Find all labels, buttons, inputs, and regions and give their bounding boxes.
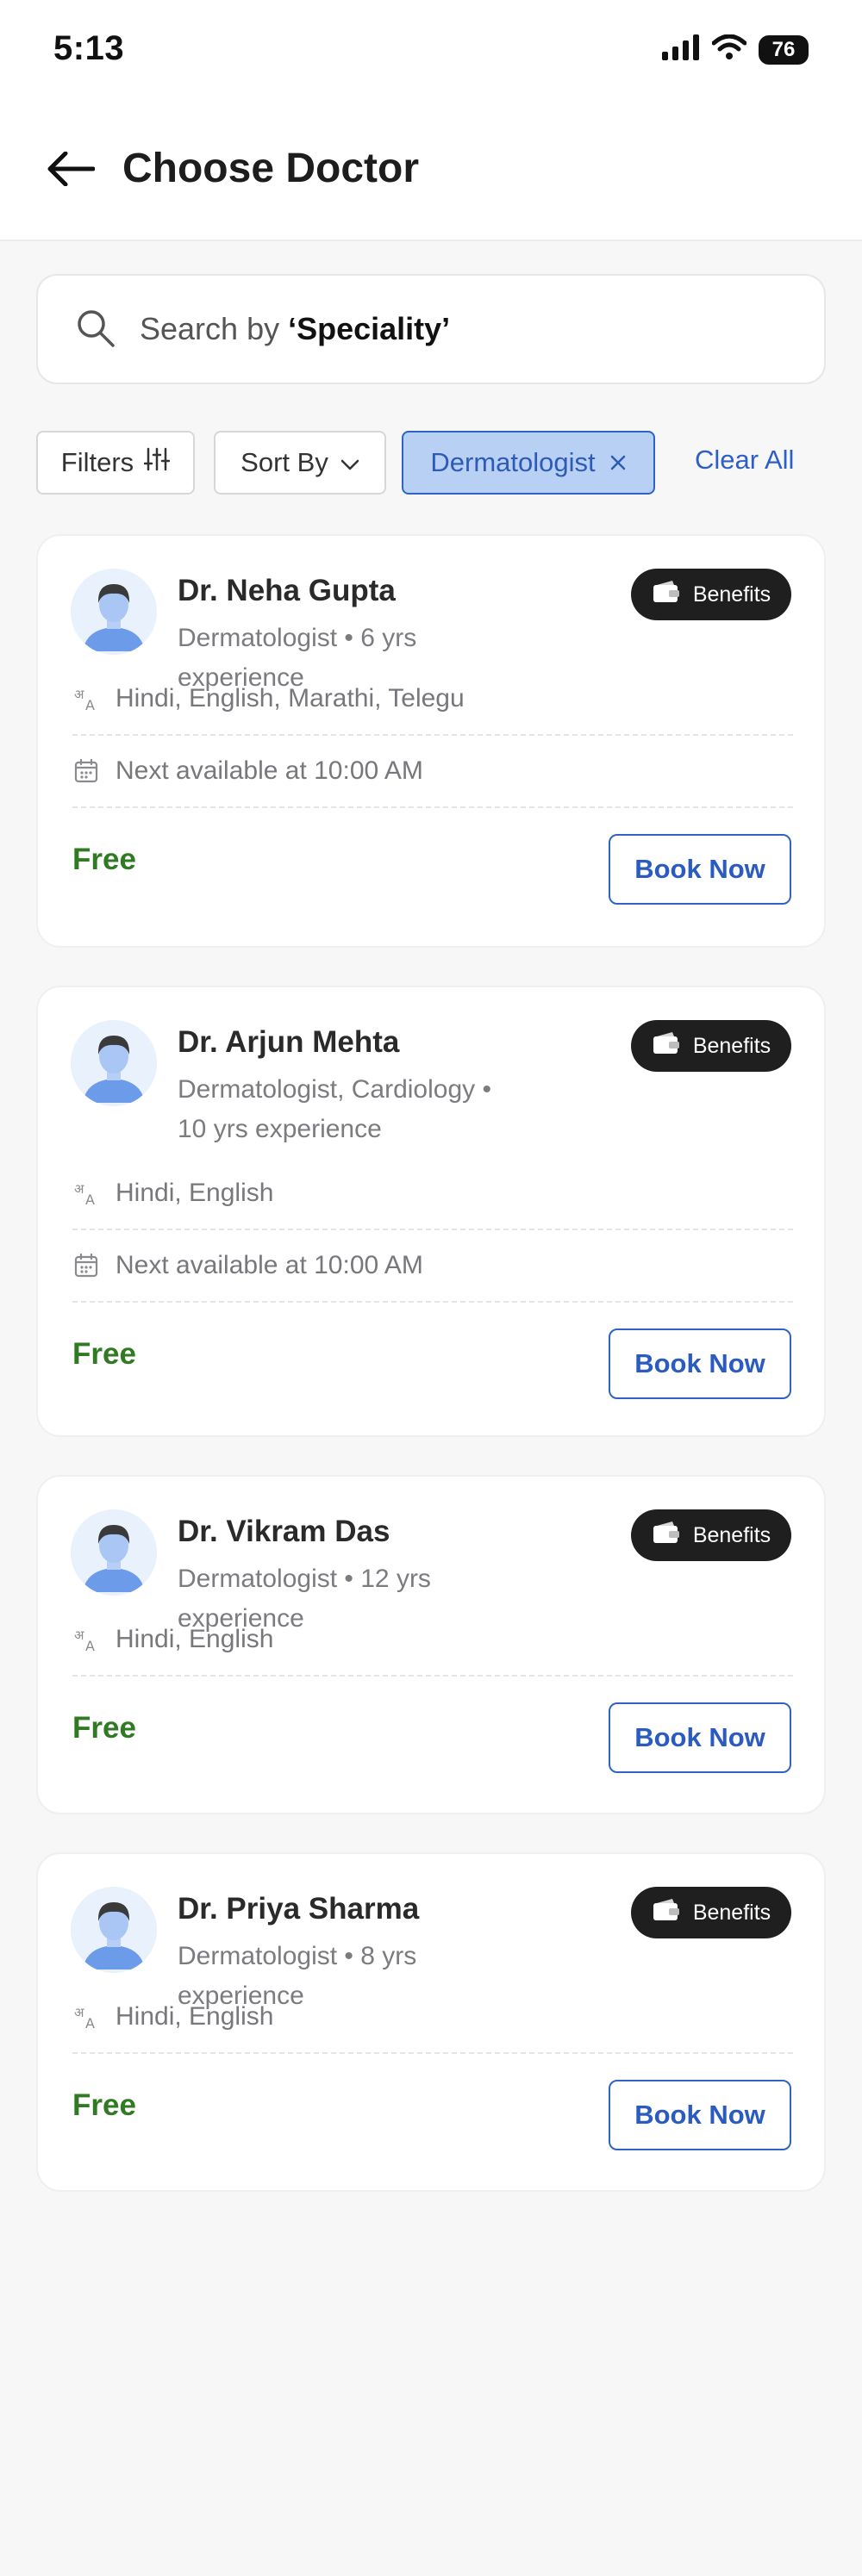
benefits-label: Benefits <box>692 582 771 607</box>
search-icon <box>74 307 116 352</box>
doctor-speciality-line: Dermatologist, Cardiology • <box>178 1075 491 1104</box>
book-now-button[interactable]: Book Now <box>609 834 791 905</box>
active-filter-label: Dermatologist <box>430 447 596 477</box>
translate-icon: अ A <box>72 1626 100 1653</box>
wallet-icon <box>652 580 681 610</box>
svg-text:अ: अ <box>74 1181 84 1197</box>
doctor-card[interactable]: Dr. Vikram Das Dermatologist • 12 yrs ex… <box>36 1475 826 1814</box>
translate-icon: अ A <box>72 1179 100 1207</box>
languages-row: अ A Hindi, English <box>72 1158 793 1230</box>
translate-icon: अ A <box>72 2003 100 2031</box>
signal-icon <box>662 34 700 65</box>
translate-icon: अ A <box>72 685 100 712</box>
consultation-price: Free <box>72 843 136 876</box>
languages-text: Hindi, English <box>116 1179 274 1207</box>
doctor-avatar <box>71 1509 157 1596</box>
svg-text:अ: अ <box>74 687 84 702</box>
status-bar: 5:13 76 <box>0 0 862 102</box>
benefits-badge[interactable]: Benefits <box>631 569 791 620</box>
benefits-label: Benefits <box>692 1900 771 1925</box>
doctor-name: Dr. Neha Gupta <box>178 574 396 607</box>
chevron-down-icon <box>340 447 359 478</box>
languages-text: Hindi, English <box>116 1625 274 1653</box>
svg-text:अ: अ <box>74 1627 84 1643</box>
benefits-badge[interactable]: Benefits <box>631 1887 791 1938</box>
svg-text:A: A <box>85 1638 95 1653</box>
doctor-experience-line: 10 yrs experience <box>178 1115 382 1143</box>
svg-text:अ: अ <box>74 2005 84 2020</box>
doctor-card[interactable]: Dr. Arjun Mehta Dermatologist, Cardiolog… <box>36 986 826 1437</box>
benefits-label: Benefits <box>692 1033 771 1058</box>
doctor-name: Dr. Priya Sharma <box>178 1892 420 1926</box>
doctor-avatar <box>71 569 157 655</box>
sort-by-dropdown[interactable]: Sort By <box>214 431 386 495</box>
battery-indicator: 76 <box>759 34 809 65</box>
consultation-price: Free <box>72 1711 136 1745</box>
search-placeholder: Search by ‘Speciality’ <box>140 311 450 347</box>
doctor-card[interactable]: Dr. Priya Sharma Dermatologist • 8 yrs e… <box>36 1852 826 2192</box>
arrow-left-icon <box>47 151 96 190</box>
doctor-speciality: Dermatologist, Cardiology • 10 yrs exper… <box>178 1070 540 1149</box>
availability-text: Next available at 10:00 AM <box>116 1251 423 1279</box>
book-now-button[interactable]: Book Now <box>609 1328 791 1399</box>
doctor-avatar <box>71 1020 157 1106</box>
availability-text: Next available at 10:00 AM <box>116 756 423 785</box>
filter-bar: Filters Sort By Dermatologist Clear All <box>36 431 826 495</box>
languages-row: अ A Hindi, English, Marathi, Telegu <box>72 663 793 736</box>
clear-all-link[interactable]: Clear All <box>695 445 794 476</box>
book-now-button[interactable]: Book Now <box>609 1702 791 1773</box>
active-filter-chip[interactable]: Dermatologist <box>402 431 655 495</box>
status-time: 5:13 <box>53 29 125 67</box>
filters-label: Filters <box>60 447 134 477</box>
close-icon[interactable] <box>609 447 627 478</box>
availability-row: Next available at 10:00 AM <box>72 1230 793 1303</box>
page-header: Choose Doctor <box>0 102 862 241</box>
filters-button[interactable]: Filters <box>36 431 195 495</box>
languages-row: अ A Hindi, English <box>72 1604 793 1677</box>
status-icons: 76 <box>662 34 809 65</box>
svg-text:A: A <box>85 697 95 712</box>
calendar-icon <box>72 757 100 785</box>
availability-row: Next available at 10:00 AM <box>72 736 793 808</box>
back-button[interactable] <box>45 145 97 196</box>
consultation-price: Free <box>72 1337 136 1371</box>
consultation-price: Free <box>72 2088 136 2122</box>
doctor-avatar <box>71 1887 157 1973</box>
wallet-icon <box>652 1521 681 1551</box>
svg-text:A: A <box>85 2015 95 2031</box>
wallet-icon <box>652 1031 681 1061</box>
calendar-icon <box>72 1252 100 1279</box>
languages-row: अ A Hindi, English <box>72 1982 793 2054</box>
svg-text:A: A <box>85 1192 95 1207</box>
doctor-name: Dr. Arjun Mehta <box>178 1025 400 1059</box>
doctor-name: Dr. Vikram Das <box>178 1515 390 1548</box>
sort-by-label: Sort By <box>240 447 328 477</box>
benefits-badge[interactable]: Benefits <box>631 1509 791 1561</box>
search-placeholder-prefix: Search by <box>140 311 289 346</box>
search-placeholder-keyword: ‘Speciality’ <box>288 311 451 346</box>
wallet-icon <box>652 1898 681 1928</box>
search-input[interactable]: Search by ‘Speciality’ <box>36 274 826 384</box>
sliders-icon <box>143 446 171 479</box>
benefits-label: Benefits <box>692 1522 771 1547</box>
book-now-button[interactable]: Book Now <box>609 2080 791 2150</box>
benefits-badge[interactable]: Benefits <box>631 1020 791 1072</box>
wifi-icon <box>711 34 747 65</box>
doctor-card[interactable]: Dr. Neha Gupta Dermatologist • 6 yrs exp… <box>36 534 826 948</box>
languages-text: Hindi, English <box>116 2002 274 2031</box>
languages-text: Hindi, English, Marathi, Telegu <box>116 684 465 712</box>
page-title: Choose Doctor <box>122 146 420 191</box>
